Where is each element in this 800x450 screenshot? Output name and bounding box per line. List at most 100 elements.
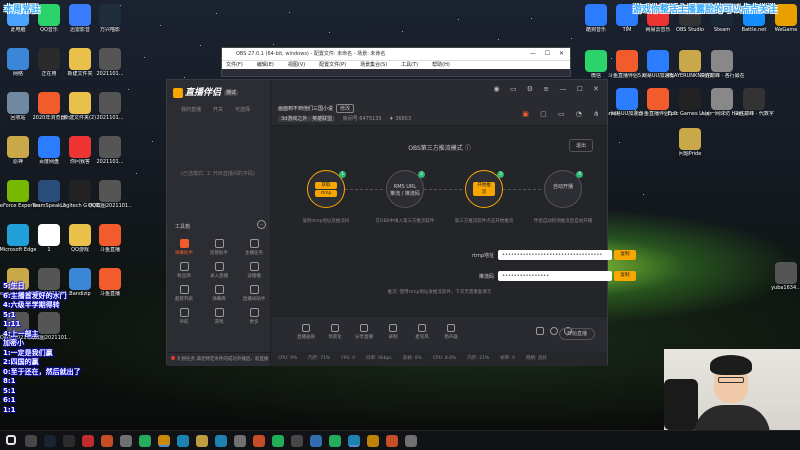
avatar-icon[interactable]: ◉ xyxy=(494,85,500,93)
exit-button[interactable]: 退出 xyxy=(568,139,593,152)
start-icon[interactable] xyxy=(6,435,16,445)
bottom-tool[interactable]: 麦克风 xyxy=(408,324,436,340)
obs-menu-item[interactable]: 场景集合(S) xyxy=(360,62,387,68)
screen-icon[interactable]: ▭ xyxy=(558,110,565,118)
star xyxy=(152,141,153,142)
desktop-icon[interactable]: 万兴喵影 xyxy=(88,4,132,34)
lock-icon[interactable]: ▢ xyxy=(540,110,547,118)
desktop-icon-label: 决胜巅峰 · 各行最在网 xyxy=(700,73,744,79)
taskbar-app-icon[interactable] xyxy=(405,435,417,447)
desktop-icon[interactable]: QQ截图2021101... xyxy=(88,180,132,210)
app-icon xyxy=(38,224,60,246)
step-description: 在OBS中填入第三方推流软件 xyxy=(375,219,435,224)
close-icon[interactable]: ✕ xyxy=(559,48,564,60)
obs-window[interactable]: OBS 27.0.1 (64-bit, windows) - 配置文件: 未命名… xyxy=(221,47,571,77)
stream-key-field[interactable]: •••••••••••••••• xyxy=(498,271,612,281)
obs-menu-item[interactable]: 工具(T) xyxy=(401,62,418,68)
taskbar-app-icon[interactable] xyxy=(196,435,208,447)
tool-item[interactable]: 导航 xyxy=(169,308,199,325)
tool-item[interactable]: 超管列表 xyxy=(169,285,199,302)
tool-label: 麦克风 xyxy=(415,335,429,340)
tool-item[interactable]: 主播任务 xyxy=(239,239,269,256)
taskbar-app-icon[interactable] xyxy=(139,435,151,447)
tool-item[interactable]: 粉丝牌 xyxy=(169,262,199,279)
sidebar-tab[interactable]: 我的直播 xyxy=(181,107,201,113)
taskbar-app-icon[interactable] xyxy=(25,435,37,447)
bottom-tool[interactable]: 录制 xyxy=(379,324,407,340)
copy-rtmp-button[interactable]: 复制 xyxy=(614,250,636,260)
obs-menu-item[interactable]: 文件(F) xyxy=(226,62,243,68)
desktop-icon[interactable]: 决胜巅峰 · 代数字 xyxy=(732,88,776,118)
camera-icon[interactable] xyxy=(534,327,546,335)
tool-item[interactable]: 房管助手 xyxy=(204,239,234,256)
desktop-icon[interactable]: 问题Pride xyxy=(668,128,712,158)
taskbar-app-icon[interactable] xyxy=(272,435,284,447)
tool-item[interactable]: 游戏 xyxy=(204,308,234,325)
tool-item[interactable]: 直播间助手 xyxy=(239,285,269,302)
tool-icon xyxy=(214,308,224,317)
streaming-app-window[interactable]: 直播伴侣 测试 我的直播 开关 可选择 (已选模式: 工 开启直播间的字码) 工具箱 … xyxy=(166,79,636,366)
overlay-left-text: 本周常驻 xyxy=(4,5,41,15)
chat-line: 5:1 xyxy=(3,386,16,395)
desktop-icon[interactable]: 2021101... xyxy=(88,92,132,122)
desktop-icon[interactable]: 2021101... xyxy=(88,136,132,166)
taskbar-app-icon[interactable] xyxy=(386,435,398,447)
rtmp-field[interactable]: •••••••••••••••••••••••••••••••••• xyxy=(498,250,612,260)
bottom-tool[interactable]: 分享直播 xyxy=(350,324,378,340)
bell-icon[interactable]: ◔ xyxy=(576,110,582,118)
taskbar-app-icon[interactable] xyxy=(44,435,56,447)
taskbar-app-icon[interactable] xyxy=(310,435,322,447)
menu-icon[interactable]: ≡ xyxy=(543,85,549,93)
taskbar-app-icon[interactable] xyxy=(367,435,379,447)
room-category[interactable]: 3d游戏之外 · 英雄联盟 xyxy=(278,116,336,122)
desktop-icon[interactable]: 斗鱼直播 xyxy=(88,224,132,254)
taskbar-app-icon[interactable] xyxy=(234,435,246,447)
taskbar-app-icon[interactable] xyxy=(253,435,265,447)
sidebar-tab[interactable]: 开关 xyxy=(213,107,223,113)
obs-menu-item[interactable]: 配置文件(P) xyxy=(319,62,346,68)
maximize-icon[interactable]: ☐ xyxy=(545,48,550,60)
collapse-icon[interactable]: – xyxy=(257,220,266,229)
gift-icon[interactable]: ▣ xyxy=(522,110,529,118)
desktop-icon[interactable]: 2021101... xyxy=(88,48,132,78)
taskbar-app-icon[interactable] xyxy=(120,435,132,447)
tool-item[interactable]: 更多 xyxy=(239,308,269,325)
maximize-icon[interactable]: ☐ xyxy=(577,85,583,93)
bottom-tool[interactable]: 场景化 xyxy=(321,324,349,340)
tool-item[interactable]: 弹幕助手 xyxy=(169,239,199,256)
taskbar-app-icon[interactable] xyxy=(177,435,189,447)
tool-item[interactable]: 读播播 xyxy=(239,262,269,279)
taskbar-app-icon[interactable] xyxy=(291,435,303,447)
sidebar-tab[interactable]: 可选择 xyxy=(235,107,250,113)
tool-item[interactable]: 弹幕库 xyxy=(204,285,234,302)
minimize-icon[interactable]: — xyxy=(530,48,536,60)
taskbar-app-icon[interactable] xyxy=(101,435,113,447)
taskbar-app-icon[interactable] xyxy=(82,435,94,447)
minimize-icon[interactable]: — xyxy=(559,85,566,93)
close-icon[interactable]: ✕ xyxy=(593,85,599,93)
share-icon[interactable]: ⋔ xyxy=(593,110,599,118)
taskbar-app-icon[interactable] xyxy=(215,435,227,447)
obs-menu-item[interactable]: 编辑(E) xyxy=(257,62,274,68)
tool-item[interactable]: 录入直播 xyxy=(204,262,234,279)
tool-icon xyxy=(249,239,259,248)
obs-menu-item[interactable]: 帮助(H) xyxy=(432,62,450,68)
star xyxy=(458,19,459,20)
taskbar-app-icon[interactable] xyxy=(329,435,341,447)
start-live-button[interactable]: 开始直播 xyxy=(559,328,595,340)
settings-icon[interactable]: ⚙ xyxy=(527,85,533,93)
app-icon xyxy=(679,88,701,110)
edit-title-button[interactable]: 修改 xyxy=(336,104,355,113)
bottom-tool[interactable]: 扬声器 xyxy=(437,324,465,340)
taskbar-app-icon[interactable] xyxy=(158,435,170,447)
taskbar-app-icon[interactable] xyxy=(63,435,75,447)
taskbar-app-icon[interactable] xyxy=(348,435,360,447)
obs-menu-item[interactable]: 视图(V) xyxy=(288,62,305,68)
step-number: 4 xyxy=(576,171,583,178)
desktop-icon[interactable]: 决胜巅峰 · 各行最在网 xyxy=(700,50,744,80)
message-icon[interactable]: ▭ xyxy=(510,85,517,93)
bottom-tool[interactable]: 直播画质 xyxy=(292,324,320,340)
help-icon[interactable]: ⓘ xyxy=(465,145,471,152)
desktop-icon[interactable]: yuba1634... xyxy=(764,262,800,292)
copy-key-button[interactable]: 复制 xyxy=(614,271,636,281)
